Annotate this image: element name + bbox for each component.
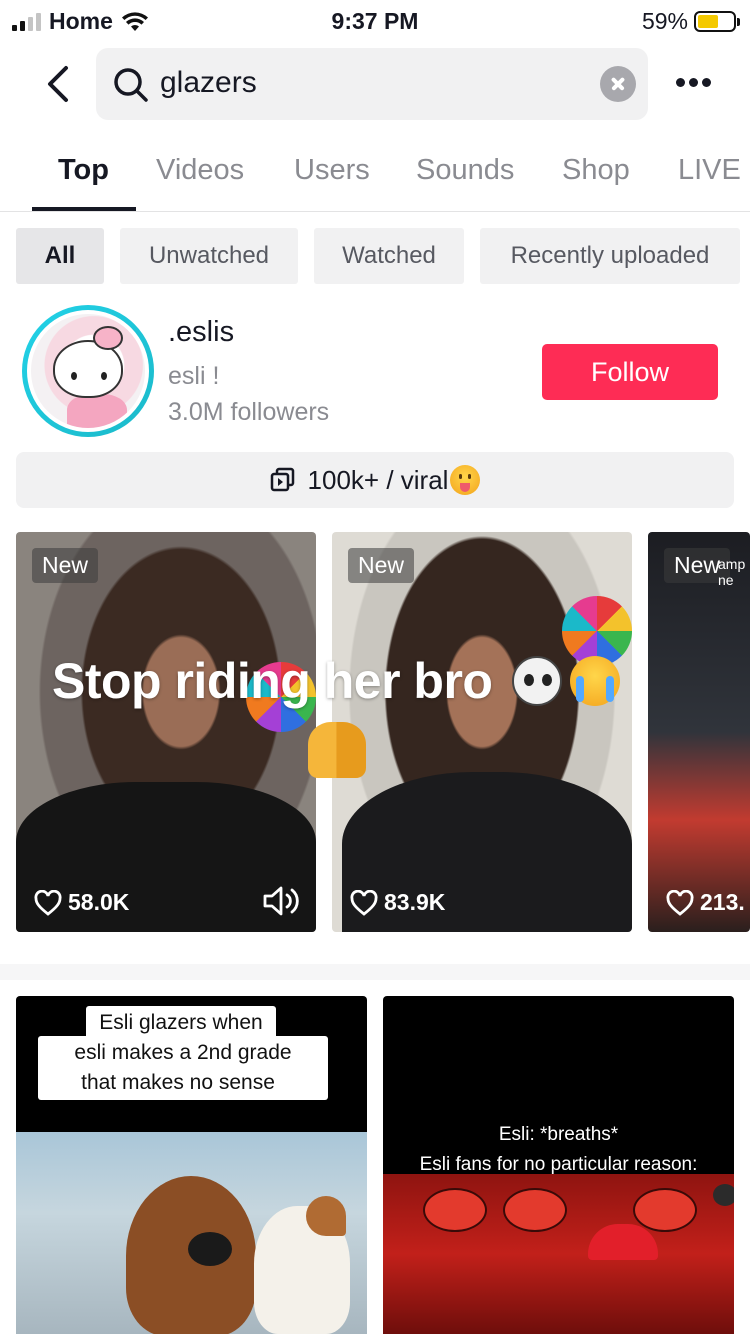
caption-line-1: Esli glazers when	[86, 1006, 276, 1040]
pray-emoji	[308, 722, 366, 778]
filter-unwatched[interactable]: Unwatched	[120, 228, 298, 284]
sound-on-icon[interactable]	[262, 884, 300, 918]
like-count: 83.9K	[350, 889, 445, 916]
active-tab-indicator	[32, 207, 136, 211]
video-card-2[interactable]: New 83.9K	[332, 532, 632, 932]
like-count-text: 83.9K	[384, 889, 446, 915]
tab-top[interactable]: Top	[58, 154, 109, 187]
username[interactable]: .eslis	[168, 316, 234, 349]
like-count-text: 58.0K	[68, 889, 130, 915]
filter-watched[interactable]: Watched	[314, 228, 464, 284]
tongue-emoji	[450, 465, 481, 495]
tab-videos[interactable]: Videos	[156, 154, 244, 187]
battery-icon	[694, 11, 740, 32]
like-count-text: 213.	[700, 889, 745, 915]
tab-live[interactable]: LIVE	[678, 154, 741, 187]
playlist-icon	[270, 467, 294, 492]
tab-shop[interactable]: Shop	[562, 154, 630, 187]
sob-emoji	[570, 656, 620, 706]
tab-users[interactable]: Users	[294, 154, 370, 187]
status-bar: Home 9:37 PM 59%	[0, 0, 750, 42]
filter-all[interactable]: All	[16, 228, 104, 284]
new-badge: New	[32, 548, 99, 583]
heart-badge-icon	[713, 1184, 734, 1206]
search-input[interactable]: glazers	[160, 66, 257, 100]
tab-bar: Top Videos Users Sounds Shop LIVE	[0, 130, 750, 212]
video-card-3[interactable]: New amp ne 213.	[648, 532, 750, 932]
heart-icon	[350, 889, 378, 916]
battery-percent: 59%	[641, 8, 688, 34]
filter-recently-uploaded[interactable]: Recently uploaded	[480, 228, 740, 284]
playlist-button[interactable]: 100k+ / viral	[16, 452, 734, 508]
caption-line-1: Esli: *breaths*	[498, 1124, 619, 1145]
follower-count: 3.0M followers	[168, 398, 330, 426]
playlist-label: 100k+ / viral	[307, 464, 449, 495]
like-count: 58.0K	[34, 889, 129, 916]
more-icon[interactable]	[676, 78, 711, 87]
tab-sounds[interactable]: Sounds	[416, 154, 514, 187]
heart-icon	[34, 889, 62, 916]
status-right: 59%	[641, 8, 740, 35]
section-divider	[0, 964, 750, 980]
follow-button[interactable]: Follow	[542, 344, 718, 400]
search-bar[interactable]: glazers	[96, 48, 648, 120]
caption-line-3: that makes no sense	[68, 1066, 288, 1100]
new-badge: New	[348, 548, 415, 583]
grid-video-2[interactable]: Esli: *breaths* Esli fans for no particu…	[383, 996, 734, 1334]
nickname: esli !	[168, 362, 220, 390]
video-overlay-text: Stop riding her bro	[52, 653, 493, 709]
skull-emoji	[512, 656, 562, 706]
avatar-image	[27, 310, 149, 432]
clear-icon[interactable]	[600, 66, 636, 102]
partial-caption: amp ne	[718, 556, 746, 588]
caption-line-2: Esli fans for no particular reason:	[419, 1154, 698, 1175]
heart-icon	[666, 889, 694, 916]
clock: 9:37 PM	[331, 8, 419, 34]
search-icon	[114, 68, 148, 102]
back-icon[interactable]	[40, 62, 80, 106]
video-card-1[interactable]: New 58.0K	[16, 532, 316, 932]
avatar[interactable]	[22, 305, 154, 437]
filter-chips: All Unwatched Watched Recently uploaded	[16, 228, 750, 284]
grid-video-1[interactable]: Esli glazers when esli makes a 2nd grade…	[16, 996, 367, 1334]
like-count: 213.	[666, 889, 745, 916]
